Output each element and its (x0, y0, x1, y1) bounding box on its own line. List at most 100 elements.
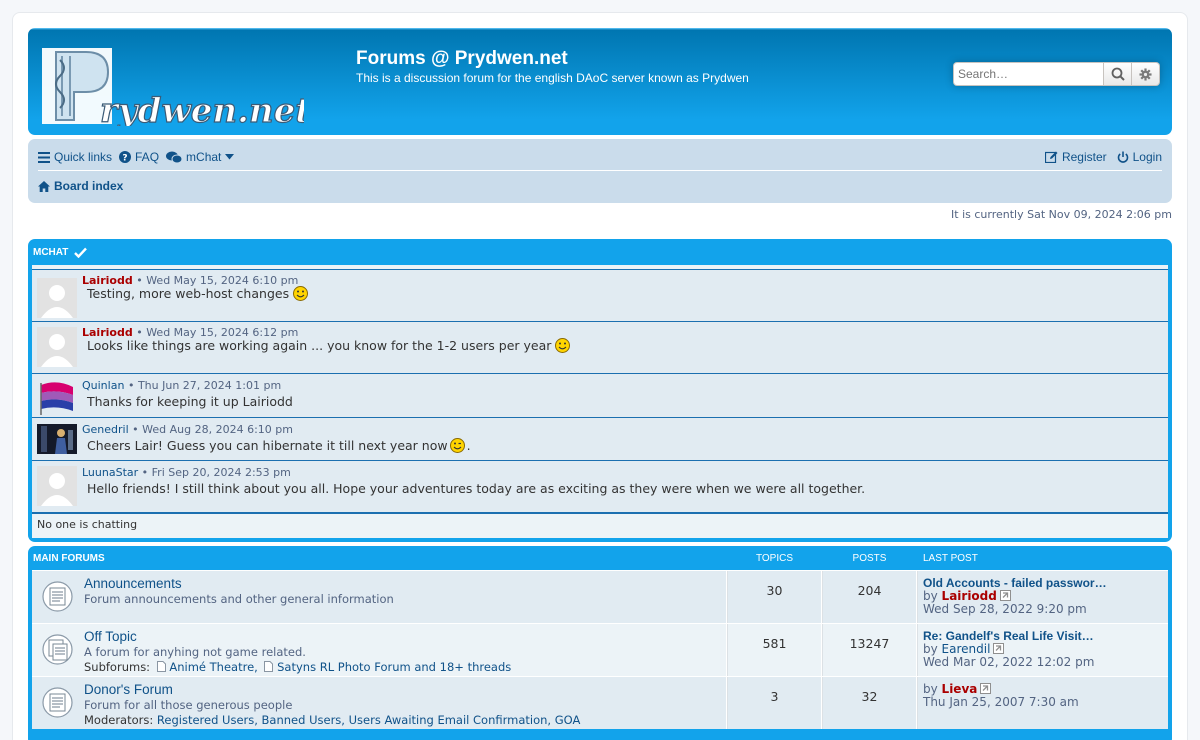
login-link[interactable]: Login (1117, 150, 1162, 164)
breadcrumb: Board index (38, 177, 123, 195)
last-post-user[interactable]: Earendil (942, 642, 991, 656)
subforum-link[interactable]: Animé Theatre, (169, 660, 257, 674)
forum-title[interactable]: Off Topic (84, 629, 137, 644)
mchat-menu[interactable]: mChat (166, 150, 235, 164)
svg-text:?: ? (122, 153, 127, 163)
caret-down-icon (225, 154, 235, 160)
smiley-icon (293, 286, 309, 301)
avatar[interactable] (37, 327, 77, 367)
chat-text-suffix: . (466, 438, 471, 453)
forum-topics: 3 (727, 677, 822, 729)
col-posts: POSTS (852, 552, 887, 564)
view-latest-icon[interactable] (993, 643, 1005, 654)
search-input[interactable] (953, 62, 1103, 86)
chat-timestamp: Fri Sep 20, 2024 2:53 pm (151, 466, 291, 479)
login-label: Login (1132, 150, 1162, 164)
view-latest-icon[interactable] (980, 683, 992, 694)
chat-message: Genedril • Wed Aug 28, 2024 6:10 pm Chee… (32, 417, 1168, 461)
view-latest-icon[interactable] (999, 590, 1011, 601)
current-time: It is currently Sat Nov 09, 2024 2:06 pm (951, 208, 1172, 221)
mchat-label: mChat (186, 150, 222, 164)
chat-timestamp: Wed Aug 28, 2024 6:10 pm (142, 423, 293, 436)
col-topics: TOPICS (755, 552, 794, 564)
site-logo[interactable]: rydwen.net (42, 46, 312, 132)
mchat-messages: Lairiodd • Wed May 15, 2024 6:10 pm Test… (32, 265, 1168, 538)
forum-description: Forum for all those generous people (84, 698, 293, 712)
edit-icon (1044, 151, 1058, 163)
last-post-time: Wed Mar 02, 2022 12:02 pm (923, 655, 1095, 669)
default-avatar-icon (37, 466, 77, 506)
avatar[interactable] (37, 377, 77, 417)
question-icon: ? (119, 151, 132, 163)
nav-user-links: Register Login (1035, 150, 1162, 164)
avatar[interactable] (37, 278, 77, 318)
forum-row: Off Topic A forum for anyhing not game r… (32, 623, 1168, 676)
quick-links-menu[interactable]: Quick links (38, 150, 112, 164)
avatar[interactable] (37, 424, 77, 454)
last-post-user[interactable]: Lairiodd (942, 589, 997, 603)
file-icon (156, 661, 166, 672)
last-post: Re: Gandelf's Real Life Visit… by Earend… (917, 624, 1168, 676)
gear-icon (1139, 67, 1152, 81)
moderator-groups[interactable]: Registered Users, Banned Users, Users Aw… (157, 713, 580, 727)
navbar: Quick links ? FAQ mChat Register Login B… (28, 139, 1172, 203)
chat-status: No one is chatting (32, 513, 1168, 535)
forums-title[interactable]: MAIN FORUMS (32, 553, 727, 564)
board-index-link[interactable]: Board index (38, 179, 123, 193)
chat-message: Lairiodd • Wed May 15, 2024 6:12 pm Look… (32, 321, 1168, 374)
header-bar: rydwen.net Forums @ Prydwen.net This is … (28, 28, 1172, 135)
forum-title[interactable]: Donor's Forum (84, 682, 173, 697)
last-post: by Lieva Thu Jan 25, 2007 7:30 am (917, 677, 1168, 729)
chat-username[interactable]: LuunaStar (82, 466, 138, 479)
chat-icon (166, 151, 183, 163)
home-icon (38, 180, 50, 192)
last-post-user[interactable]: Lieva (942, 682, 978, 696)
chat-message: Lairiodd • Wed May 15, 2024 6:10 pm Test… (32, 269, 1168, 322)
check-icon[interactable] (74, 247, 88, 258)
forum-row: Announcements Forum announcements and ot… (32, 570, 1168, 623)
quick-links-label: Quick links (54, 150, 113, 164)
forum-title[interactable]: Announcements (84, 576, 182, 591)
chat-text: Looks like things are working again ... … (87, 338, 552, 353)
last-post-time: Wed Sep 28, 2022 9:20 pm (923, 602, 1087, 616)
site-title: Forums @ Prydwen.net (356, 48, 568, 69)
forums-header: MAIN FORUMS TOPICS POSTS LAST POST (32, 546, 1168, 570)
smiley-icon (555, 338, 571, 353)
hamburger-icon (38, 151, 50, 163)
register-label: Register (1061, 150, 1107, 164)
forum-description: Forum announcements and other general in… (84, 592, 394, 606)
chat-timestamp: Thu Jun 27, 2024 1:01 pm (137, 379, 282, 392)
forum-topics: 30 (727, 571, 822, 623)
chat-text: Cheers Lair! Guess you can hibernate it … (87, 438, 448, 453)
board-index-label: Board index (54, 179, 124, 193)
forum-read-icon (42, 581, 73, 612)
search-button[interactable] (1103, 62, 1132, 86)
last-post-time: Thu Jan 25, 2007 7:30 am (923, 695, 1079, 709)
chat-text: Thanks for keeping it up Lairiodd (87, 394, 293, 409)
subforum-link[interactable]: Satyns RL Photo Forum and 18+ threads (277, 660, 511, 674)
search-box (953, 62, 1160, 86)
col-last-post: LAST POST (923, 552, 978, 564)
forum-posts: 204 (822, 571, 917, 623)
chat-text: Testing, more web-host changes (87, 286, 290, 301)
file-icon (264, 661, 274, 672)
chat-username[interactable]: Quinlan (82, 379, 124, 392)
forum-subforums-icon (42, 634, 73, 665)
forum-description: A forum for anyhing not game related. (84, 645, 306, 659)
faq-link[interactable]: ? FAQ (119, 150, 159, 164)
mchat-title[interactable]: MCHAT (33, 247, 68, 258)
forum-posts: 13247 (822, 624, 917, 676)
advanced-search-button[interactable] (1132, 62, 1160, 86)
wink-smiley-icon (449, 438, 465, 453)
faq-label: FAQ (135, 150, 160, 164)
forum-posts: 32 (822, 677, 917, 729)
flag-avatar-icon (37, 377, 77, 417)
chat-username[interactable]: Genedril (82, 423, 129, 436)
logo-graphic: rydwen.net (42, 48, 312, 132)
avatar[interactable] (37, 466, 77, 506)
site-description: This is a discussion forum for the engli… (356, 71, 749, 85)
register-link[interactable]: Register (1044, 150, 1107, 164)
default-avatar-icon (37, 327, 77, 367)
power-icon (1117, 151, 1128, 163)
chat-message: LuunaStar • Fri Sep 20, 2024 2:53 pm Hel… (32, 460, 1168, 513)
